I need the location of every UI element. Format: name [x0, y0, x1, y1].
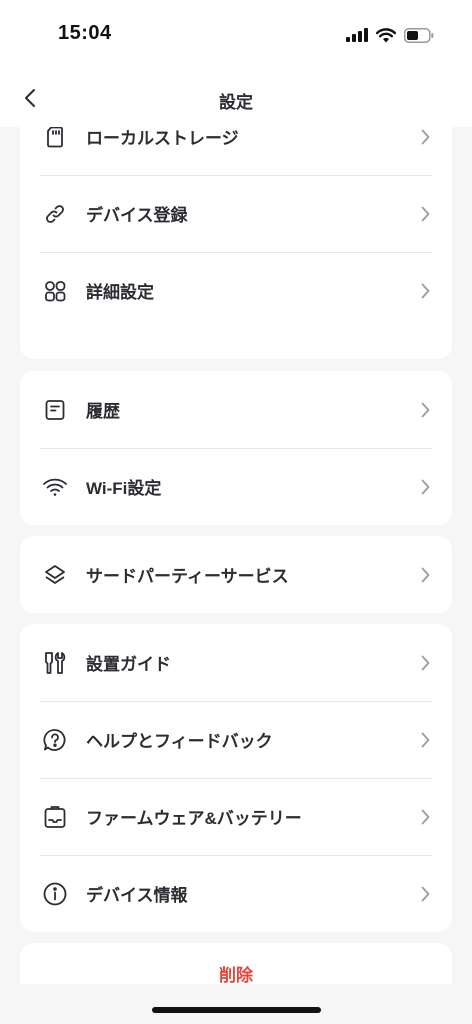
navigation-bar: 設定	[0, 70, 472, 127]
delete-button[interactable]: 削除	[20, 943, 452, 984]
layers-icon	[42, 562, 68, 588]
settings-item-help-feedback[interactable]: ヘルプとフィードバック	[20, 701, 452, 778]
settings-item-install-guide[interactable]: 設置ガイド	[20, 624, 452, 701]
settings-item-label: ローカルストレージ	[86, 129, 239, 148]
wifi-status-icon	[376, 27, 396, 43]
link-icon	[42, 201, 68, 227]
settings-item-local-storage[interactable]: ローカルストレージ	[20, 127, 452, 175]
top-bar: 15:04 設定	[0, 0, 472, 127]
chevron-right-icon	[418, 653, 432, 673]
settings-item-device-registration[interactable]: デバイス登録	[20, 175, 452, 252]
status-bar: 15:04	[0, 0, 472, 70]
info-icon	[42, 881, 68, 907]
settings-group-history: 履歴 Wi-Fi設定	[20, 371, 452, 525]
document-icon	[42, 397, 68, 423]
chevron-right-icon	[418, 807, 432, 827]
settings-list[interactable]: ローカルストレージ デバイス登録 詳細設定 履歴 Wi-Fi設定 サードパーティ…	[0, 127, 472, 984]
settings-item-label: デバイス情報	[86, 886, 188, 905]
settings-item-label: ヘルプとフィードバック	[86, 732, 273, 751]
settings-group-support: 設置ガイド ヘルプとフィードバック ファームウェア&バッテリー デバイス情報	[20, 624, 452, 932]
page-title: 設定	[219, 93, 253, 112]
settings-item-firmware-battery[interactable]: ファームウェア&バッテリー	[20, 778, 452, 855]
status-time: 15:04	[58, 22, 112, 44]
tools-icon	[42, 650, 68, 676]
settings-item-device-info[interactable]: デバイス情報	[20, 855, 452, 932]
settings-item-label: デバイス登録	[86, 206, 188, 225]
settings-item-advanced[interactable]: 詳細設定	[20, 252, 452, 329]
chevron-right-icon	[418, 884, 432, 904]
delete-label: 削除	[219, 966, 253, 984]
settings-item-label: 設置ガイド	[86, 655, 171, 674]
settings-item-label: サードパーティーサービス	[86, 567, 289, 586]
chevron-right-icon	[418, 730, 432, 750]
settings-item-history[interactable]: 履歴	[20, 371, 452, 448]
chevron-right-icon	[418, 477, 432, 497]
settings-item-wifi[interactable]: Wi-Fi設定	[20, 448, 452, 525]
settings-item-third-party-services[interactable]: サードパーティーサービス	[20, 536, 452, 613]
firmware-icon	[42, 804, 68, 830]
chevron-right-icon	[418, 204, 432, 224]
sd-card-icon	[42, 127, 68, 150]
settings-item-label: Wi-Fi設定	[86, 479, 162, 498]
chevron-right-icon	[418, 127, 432, 147]
chevron-right-icon	[418, 281, 432, 301]
home-indicator	[152, 1007, 321, 1013]
chevron-right-icon	[418, 400, 432, 420]
help-icon	[42, 727, 68, 753]
settings-item-label: ファームウェア&バッテリー	[86, 809, 302, 828]
settings-group-storage: ローカルストレージ デバイス登録 詳細設定	[20, 127, 452, 359]
chevron-right-icon	[418, 565, 432, 585]
status-icons	[346, 25, 434, 45]
settings-item-label: 詳細設定	[86, 283, 154, 302]
cellular-signal-icon	[346, 28, 368, 42]
settings-group-third-party: サードパーティーサービス	[20, 536, 452, 613]
grid-icon	[42, 278, 68, 304]
battery-icon	[404, 27, 434, 43]
wifi-icon	[42, 474, 68, 500]
settings-item-label: 履歴	[86, 402, 120, 421]
